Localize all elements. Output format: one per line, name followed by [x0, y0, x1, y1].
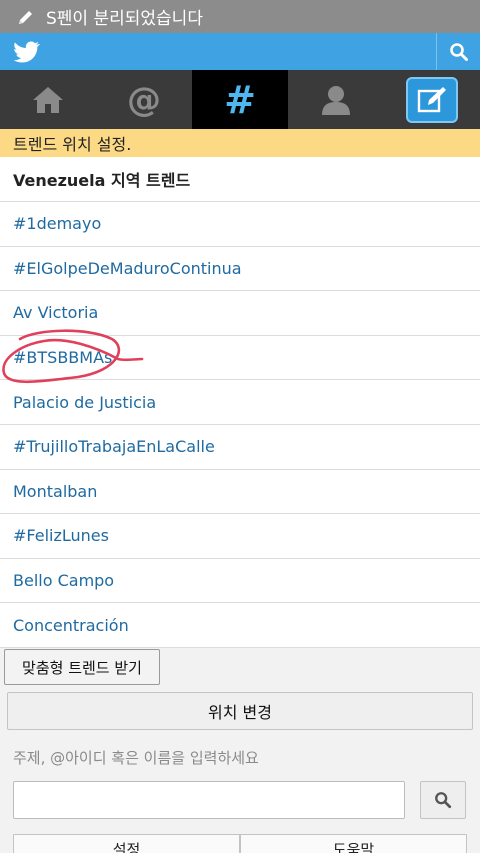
trend-item[interactable]: #BTSBBMAs	[0, 336, 480, 381]
search-submit-button[interactable]	[420, 781, 466, 819]
status-bar: S펜이 분리되었습니다	[0, 0, 480, 33]
search-hint: 주제, @아이디 혹은 이름을 입력하세요	[13, 749, 259, 767]
search-icon	[435, 792, 452, 809]
settings-tab[interactable]: 설정	[13, 834, 240, 853]
trend-location-notice[interactable]: 트렌드 위치 설정.	[0, 129, 480, 157]
trend-item[interactable]: Montalban	[0, 470, 480, 515]
search-icon	[449, 42, 468, 61]
hashtag-icon: #	[224, 77, 256, 122]
help-tab[interactable]: 도움말	[240, 834, 467, 853]
search-button[interactable]	[436, 33, 480, 70]
status-notification: S펜이 분리되었습니다	[46, 9, 203, 29]
trend-item[interactable]: #TrujilloTrabajaEnLaCalle	[0, 425, 480, 470]
trend-item[interactable]: #FelizLunes	[0, 514, 480, 559]
pen-icon	[19, 10, 32, 24]
trend-item[interactable]: Palacio de Justicia	[0, 380, 480, 425]
at-icon: @	[127, 79, 161, 120]
app-bar	[0, 33, 480, 70]
home-icon	[33, 86, 63, 113]
trend-item[interactable]: Bello Campo	[0, 559, 480, 604]
tab-compose[interactable]	[384, 70, 480, 129]
twitter-bird-icon[interactable]	[14, 41, 40, 63]
tab-discover[interactable]: #	[192, 70, 288, 129]
tab-mentions[interactable]: @	[96, 70, 192, 129]
trend-item[interactable]: Concentración	[0, 603, 480, 648]
compose-button[interactable]	[406, 76, 458, 123]
nav-tabs: @ #	[0, 70, 480, 129]
tab-home[interactable]	[0, 70, 96, 129]
search-input[interactable]	[13, 781, 405, 819]
trend-item[interactable]: Av Victoria	[0, 291, 480, 336]
tab-profile[interactable]	[288, 70, 384, 129]
bottom-tabs: 설정 도움말	[13, 834, 467, 853]
trends-list: Venezuela 지역 트렌드 #1demayo #ElGolpeDeMadu…	[0, 157, 480, 648]
change-location-button[interactable]: 위치 변경	[7, 692, 473, 730]
trend-item[interactable]: #ElGolpeDeMaduroContinua	[0, 247, 480, 292]
trends-header: Venezuela 지역 트렌드	[0, 157, 480, 202]
trend-item[interactable]: #1demayo	[0, 202, 480, 247]
custom-trends-button[interactable]: 맞춤형 트렌드 받기	[4, 649, 160, 685]
person-icon	[322, 85, 350, 115]
compose-icon	[417, 86, 446, 112]
